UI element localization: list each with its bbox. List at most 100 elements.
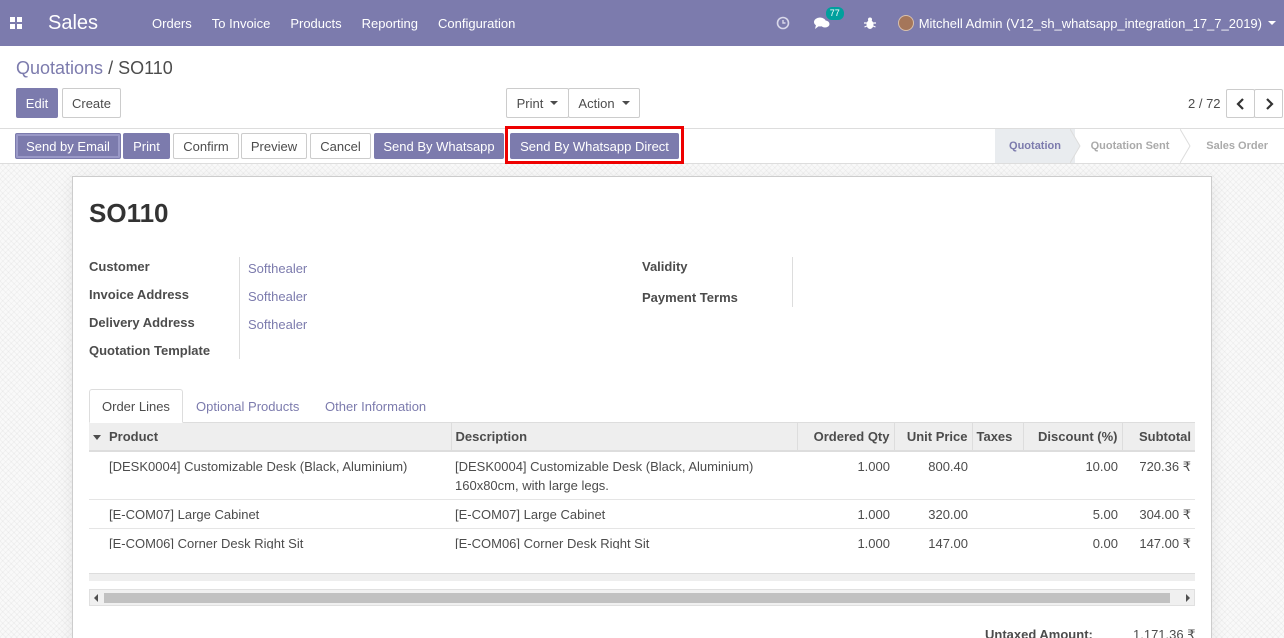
column-discount[interactable]: Discount (%) [1023,423,1123,452]
untaxed-amount-label: Untaxed Amount: [985,627,1093,638]
cell-taxes [972,451,1023,500]
cell-description: [E-COM07] Large Cabinet [451,499,797,529]
activity-clock-icon[interactable] [776,16,790,30]
debug-bug-icon[interactable] [863,17,876,30]
table-row[interactable]: [E-COM07] Large Cabinet [E-COM07] Large … [89,499,1195,529]
row-handle [89,528,105,549]
sort-caret-icon [93,435,101,441]
column-taxes[interactable]: Taxes [972,423,1024,452]
stage-arrow-icon [1180,129,1191,163]
column-description[interactable]: Description [451,423,798,452]
row-handle [89,499,105,529]
stage-quotation[interactable]: Quotation [995,129,1075,163]
customer-label: Customer [89,259,150,274]
user-name[interactable]: Mitchell Admin (V12_sh_whatsapp_integrat… [919,16,1262,31]
breadcrumb-separator: / [108,58,114,78]
cell-qty: 1.000 [797,528,894,549]
chevron-right-icon [1265,97,1274,110]
tab-optional-products[interactable]: Optional Products [184,389,311,423]
delivery-address-value[interactable]: Softhealer [248,317,307,332]
cell-subtotal: 720.36 ₹ [1122,451,1195,500]
menu-to-invoice[interactable]: To Invoice [202,16,281,31]
cell-description: [E-COM06] Corner Desk Right Sit [451,528,797,549]
confirm-button[interactable]: Confirm [173,133,239,159]
row-handle [89,451,105,500]
pager-previous-button[interactable] [1226,89,1255,118]
cell-discount: 0.00 [1023,528,1122,549]
cell-product: [E-COM06] Corner Desk Right Sit [105,528,451,549]
description-line: [DESK0004] Customizable Desk (Black, Alu… [455,459,754,474]
user-menu-caret-icon[interactable] [1268,21,1276,25]
scrollbar-thumb[interactable] [104,593,1170,603]
cell-taxes [972,528,1023,549]
pager-value[interactable]: 2 / 72 [1188,96,1221,111]
edit-button[interactable]: Edit [16,88,58,118]
chevron-down-icon [550,101,559,105]
cancel-button[interactable]: Cancel [310,133,371,159]
highlight-box [505,126,684,164]
column-subtotal[interactable]: Subtotal [1122,423,1195,452]
payment-terms-label: Payment Terms [642,290,738,305]
cell-discount: 5.00 [1023,499,1122,529]
action-dropdown-label: Action [578,95,615,111]
messages-count-badge: 77 [825,7,844,20]
cell-description: [DESK0004] Customizable Desk (Black, Alu… [451,451,797,500]
breadcrumb-current: SO110 [118,58,173,78]
stage-quotation-sent[interactable]: Quotation Sent [1075,129,1185,163]
tab-order-lines[interactable]: Order Lines [89,389,183,423]
messaging-icon[interactable]: 77 [813,7,844,30]
pager-next-button[interactable] [1254,89,1283,118]
menu-products[interactable]: Products [280,16,351,31]
cell-unit-price: 147.00 [894,528,972,549]
description-line: 160x80cm, with large legs. [455,478,609,493]
cell-unit-price: 800.40 [894,451,972,500]
column-unit-price[interactable]: Unit Price [894,423,973,452]
cell-product: [DESK0004] Customizable Desk (Black, Alu… [105,451,451,500]
customer-value[interactable]: Softhealer [248,261,307,276]
table-row[interactable]: [DESK0004] Customizable Desk (Black, Alu… [89,451,1195,500]
field-divider [792,257,793,307]
horizontal-scrollbar[interactable] [89,589,1195,606]
create-button[interactable]: Create [62,88,121,118]
column-product[interactable]: Product [105,423,452,452]
send-by-whatsapp-button[interactable]: Send By Whatsapp [374,133,504,159]
untaxed-amount-value: 1,171.36 ₹ [1133,627,1196,638]
table-footer [89,573,1195,581]
send-by-email-button[interactable]: Send by Email [15,133,121,159]
chevron-down-icon [621,101,630,105]
cell-unit-price: 320.00 [894,499,972,529]
validity-label: Validity [642,259,688,274]
breadcrumb-quotations[interactable]: Quotations [16,58,103,78]
invoice-address-value[interactable]: Softhealer [248,289,307,304]
cell-discount: 10.00 [1023,451,1122,500]
delivery-address-label: Delivery Address [89,315,195,330]
scroll-left-icon[interactable] [94,594,98,602]
quotation-template-label: Quotation Template [89,343,211,358]
table-row[interactable]: [E-COM06] Corner Desk Right Sit [E-COM06… [89,528,1195,549]
sort-handle-column[interactable] [89,423,105,452]
stage-sales-order[interactable]: Sales Order [1185,129,1284,163]
apps-menu-icon[interactable] [0,0,32,46]
cell-subtotal: 147.00 ₹ [1122,528,1195,549]
user-avatar[interactable] [897,15,914,31]
cell-subtotal: 304.00 ₹ [1122,499,1195,529]
menu-orders[interactable]: Orders [142,16,202,31]
print-button[interactable]: Print [123,133,170,159]
menu-configuration[interactable]: Configuration [428,16,525,31]
action-dropdown[interactable]: Action [568,88,640,118]
column-ordered-qty[interactable]: Ordered Qty [797,423,895,452]
stage-arrow-icon [1070,129,1081,163]
cell-qty: 1.000 [797,499,894,529]
chevron-left-icon [1235,97,1244,110]
preview-button[interactable]: Preview [241,133,307,159]
menu-reporting[interactable]: Reporting [352,16,428,31]
tab-other-information[interactable]: Other Information [313,389,438,423]
cell-qty: 1.000 [797,451,894,500]
breadcrumb: Quotations / SO110 [16,58,173,79]
app-brand[interactable]: Sales [48,12,98,35]
form-sheet: SO110 Customer Invoice Address Delivery … [72,176,1212,638]
scroll-right-icon[interactable] [1186,594,1190,602]
print-dropdown[interactable]: Print [506,88,569,118]
cell-taxes [972,499,1023,529]
notebook-tabs: Order Lines Optional Products Other Info… [89,389,1195,423]
